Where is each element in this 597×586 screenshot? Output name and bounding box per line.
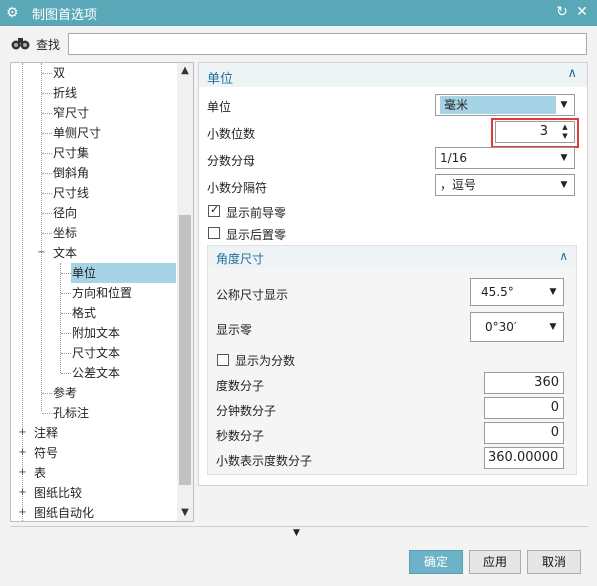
decimal-degree-numerator-input[interactable]: 360.00000 (484, 447, 564, 469)
tree-item-units[interactable]: 单位 (71, 263, 176, 283)
reset-icon[interactable]: ↻ (553, 3, 571, 21)
units-section-title: 单位 (207, 72, 234, 87)
show-trailing-zeros-label: 显示后置零 (226, 228, 287, 242)
chevron-down-icon: ▼ (560, 153, 568, 163)
tree-item-table[interactable]: 表 (34, 463, 46, 483)
unit-value: 毫米 (440, 96, 556, 114)
chevron-down-icon: ▼ (549, 322, 557, 332)
show-zeros-select[interactable]: 0°30′ ▼ (470, 312, 564, 342)
fraction-denominator-label: 分数分母 (207, 154, 256, 168)
degree-numerator-label: 度数分子 (216, 379, 265, 393)
decimal-separator-select[interactable]: ，逗号 ▼ (435, 174, 575, 196)
search-input[interactable] (68, 33, 587, 55)
expand-down-icon[interactable]: ▼ (293, 528, 300, 538)
angle-section-header[interactable]: 角度尺寸 ∧ (208, 246, 576, 268)
apply-button[interactable]: 应用 (469, 550, 521, 574)
tree-item-text[interactable]: 文本 (53, 243, 77, 263)
angle-section: 角度尺寸 ∧ 公称尺寸显示 45.5° ▼ 显示零 0°30′ ▼ 显示为分数 … (207, 245, 577, 475)
second-numerator-input[interactable]: 0 (484, 422, 564, 444)
tree-item-folded-line[interactable]: 折线 (53, 83, 77, 103)
expand-icon[interactable]: + (18, 508, 27, 518)
chevron-down-icon: ▼ (560, 100, 568, 110)
expand-icon[interactable]: + (18, 428, 27, 438)
tree-item-orientation-position[interactable]: 方向和位置 (72, 283, 132, 303)
tree-item-dimension-text[interactable]: 尺寸文本 (72, 343, 120, 363)
collapse-icon[interactable]: − (37, 248, 46, 258)
second-numerator-label: 秒数分子 (216, 429, 265, 443)
window-title: 制图首选项 (32, 7, 98, 23)
ok-button[interactable]: 确定 (409, 550, 463, 574)
tree-item-drawing-automation[interactable]: 图纸自动化 (34, 503, 94, 521)
decimal-separator-value: ，逗号 (440, 178, 477, 192)
tree-item-coordinate[interactable]: 坐标 (53, 223, 77, 243)
search-label: 查找 (36, 38, 61, 52)
nominal-display-select[interactable]: 45.5° ▼ (470, 278, 564, 306)
search-row: 查找 (0, 30, 597, 58)
tree-item-shuang[interactable]: 双 (53, 63, 65, 83)
scroll-down-icon[interactable]: ▼ (177, 505, 193, 521)
show-leading-zeros-checkbox[interactable] (208, 203, 220, 217)
minute-numerator-label: 分钟数分子 (216, 404, 277, 418)
cancel-button[interactable]: 取消 (527, 550, 581, 574)
tree-item-narrow-dimension[interactable]: 窄尺寸 (53, 103, 89, 123)
nominal-display-label: 公称尺寸显示 (216, 288, 289, 302)
tree-item-radial[interactable]: 径向 (53, 203, 77, 223)
expand-icon[interactable]: + (18, 468, 27, 478)
tree-item-tolerance-text[interactable]: 公差文本 (72, 363, 120, 383)
show-trailing-zeros-checkbox[interactable] (208, 227, 220, 239)
show-zeros-value: 0°30′ (485, 320, 517, 334)
chevron-up-icon[interactable]: ∧ (559, 249, 568, 263)
chevron-down-icon: ▼ (549, 287, 557, 297)
binoculars-icon (11, 38, 30, 50)
scroll-up-icon[interactable]: ▲ (177, 63, 193, 79)
show-leading-zeros-label: 显示前导零 (226, 206, 287, 220)
show-as-fraction-checkbox[interactable] (217, 354, 229, 366)
close-icon[interactable]: ✕ (573, 3, 591, 21)
expand-icon[interactable]: + (18, 488, 27, 498)
tree-item-chamfer[interactable]: 倒斜角 (53, 163, 89, 183)
nominal-display-value: 45.5° (481, 285, 514, 299)
tree-item-single-side-dimension[interactable]: 单侧尺寸 (53, 123, 101, 143)
tree-item-reference[interactable]: 参考 (53, 383, 77, 403)
footer-divider (10, 526, 588, 527)
show-as-fraction-label: 显示为分数 (235, 354, 296, 368)
fraction-denominator-value: 1/16 (440, 151, 467, 165)
gear-icon: ⚙ (6, 5, 19, 21)
tree-item-symbol[interactable]: 符号 (34, 443, 58, 463)
settings-panel: 单位 ∧ 单位 毫米 ▼ 小数位数 3 ▲ ▼ 分数分母 1/16 ▼ 小数分隔符… (198, 62, 588, 486)
tree-item-annotation[interactable]: 注释 (34, 423, 58, 443)
fraction-denominator-select[interactable]: 1/16 ▼ (435, 147, 575, 169)
category-tree[interactable]: 双 折线 窄尺寸 单侧尺寸 尺寸集 倒斜角 尺寸线 径向 坐标 − 文本 单位 … (10, 62, 194, 522)
highlight-box (491, 118, 579, 148)
tree-item-hole-callout[interactable]: 孔标注 (53, 403, 89, 423)
tree-item-drawing-compare[interactable]: 图纸比较 (34, 483, 82, 503)
expand-icon[interactable]: + (18, 448, 27, 458)
chevron-down-icon: ▼ (560, 180, 568, 190)
tree-item-dimension-set[interactable]: 尺寸集 (53, 143, 89, 163)
tree-item-format[interactable]: 格式 (72, 303, 96, 323)
minute-numerator-input[interactable]: 0 (484, 397, 564, 419)
title-bar: ⚙ 制图首选项 ↻ ✕ (0, 0, 597, 26)
angle-section-title: 角度尺寸 (216, 252, 265, 266)
decimal-separator-label: 小数分隔符 (207, 181, 268, 195)
unit-select[interactable]: 毫米 ▼ (435, 94, 575, 116)
tree-item-dimension-line[interactable]: 尺寸线 (53, 183, 89, 203)
show-zeros-label: 显示零 (216, 323, 253, 337)
chevron-up-icon[interactable]: ∧ (567, 66, 577, 81)
decimal-degree-numerator-label: 小数表示度数分子 (216, 454, 313, 468)
scroll-thumb[interactable] (179, 215, 191, 485)
tree-item-appended-text[interactable]: 附加文本 (72, 323, 120, 343)
unit-label: 单位 (207, 100, 232, 114)
tree-scrollbar[interactable]: ▲ ▼ (177, 63, 193, 521)
units-section-header[interactable]: 单位 ∧ (199, 63, 587, 87)
degree-numerator-input[interactable]: 360 (484, 372, 564, 394)
decimal-places-label: 小数位数 (207, 127, 256, 141)
